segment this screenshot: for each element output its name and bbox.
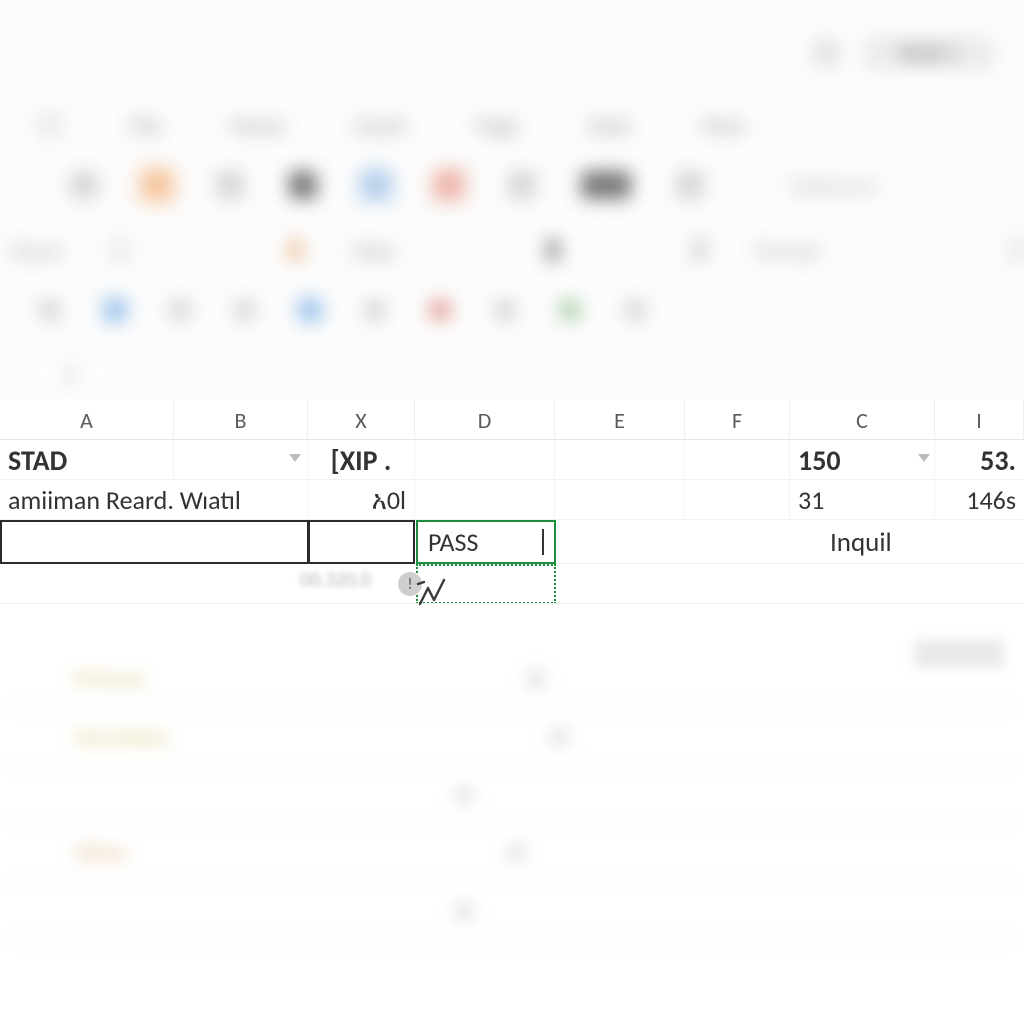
small-icon-1[interactable] <box>40 300 60 320</box>
cell-D1[interactable] <box>415 440 555 480</box>
filter-caret-icon-c[interactable] <box>918 454 930 462</box>
col-header-E[interactable]: E <box>555 400 685 440</box>
cell-D2[interactable] <box>415 480 555 520</box>
ghost-dot-3 <box>455 786 473 804</box>
ribbon-group-labels: Name Align Format <box>0 225 1024 275</box>
cell-X1[interactable]: [XIP . <box>308 440 415 480</box>
cell-I2[interactable]: 146s <box>935 480 1024 520</box>
col-header-D[interactable]: D <box>415 400 555 440</box>
tab-home[interactable]: Home <box>231 112 285 139</box>
cell-F1[interactable] <box>685 440 790 480</box>
column-headers: A B X D E F C I <box>0 400 1024 440</box>
bordered-cell-X3[interactable] <box>308 520 415 564</box>
col-header-C[interactable]: C <box>790 400 935 440</box>
small-icon-5[interactable] <box>300 300 320 320</box>
grid-row-4: 00.320.0 ! <box>0 564 1024 604</box>
error-indicator-icon[interactable]: ! <box>398 572 422 596</box>
wrap-icon[interactable] <box>676 171 704 199</box>
highlight-icon[interactable] <box>143 171 171 199</box>
group-launcher-2[interactable] <box>1010 239 1024 261</box>
small-icon-2[interactable] <box>105 300 125 320</box>
group-launcher-1[interactable] <box>113 239 127 261</box>
ghost-dot-5 <box>455 902 473 920</box>
small-icon-7[interactable] <box>430 300 450 320</box>
ghost-dot-2 <box>550 728 568 746</box>
ribbon-group-1-label: Clipboard <box>789 172 875 199</box>
cell-E2[interactable] <box>555 480 685 520</box>
cell-F2[interactable] <box>685 480 790 520</box>
bold-icon[interactable] <box>289 171 317 199</box>
col-header-A[interactable]: A <box>0 400 174 440</box>
col-header-B[interactable]: B <box>174 400 308 440</box>
small-icon-10[interactable] <box>625 300 645 320</box>
ribbon-group-1: Clipboard <box>0 160 1024 210</box>
cut-icon[interactable] <box>216 171 244 199</box>
cell-A2[interactable]: amiiman Reard. Wıatıl <box>0 480 308 520</box>
cell-CI3[interactable]: Inquil <box>830 520 1000 564</box>
text-cursor <box>542 529 544 555</box>
small-icon-3[interactable] <box>170 300 190 320</box>
group-name-label: Name <box>10 237 63 264</box>
merge-icon[interactable] <box>581 171 631 199</box>
small-icon-4[interactable] <box>235 300 255 320</box>
mini-icon-c[interactable] <box>693 239 705 261</box>
fill-color-icon[interactable] <box>435 171 463 199</box>
grid-row-1: STAD [XIP . 150 53. <box>0 440 1024 480</box>
app-menu-icon[interactable] <box>40 115 60 135</box>
border-icon[interactable] <box>508 171 536 199</box>
tab-page[interactable]: Page <box>477 112 520 139</box>
ghost-label-1: Primary <box>75 665 147 692</box>
cell-A1[interactable]: STAD <box>0 440 174 480</box>
ghost-dot-4 <box>508 844 526 862</box>
name-box[interactable]: B <box>20 360 120 390</box>
tab-file[interactable]: File <box>130 112 161 139</box>
group-align-label: Align <box>352 237 397 264</box>
spreadsheet-grid[interactable]: A B X D E F C I STAD [XIP . 150 53. amii… <box>0 400 1024 1024</box>
bordered-cell-A3B3[interactable] <box>0 520 308 564</box>
scroll-hint <box>914 640 1004 668</box>
paste-icon[interactable] <box>70 171 98 199</box>
cell-I1[interactable]: 53. <box>935 440 1024 480</box>
small-icon-6[interactable] <box>365 300 385 320</box>
ghost-label-4: Other <box>75 839 128 866</box>
cell-C1[interactable]: 150 <box>790 440 935 480</box>
align-center-icon[interactable] <box>362 171 390 199</box>
title-bar: Book 1 <box>0 30 1024 80</box>
cell-E1[interactable] <box>555 440 685 480</box>
group-format-label: Format <box>756 237 820 264</box>
ribbon-tabs: File Home Insert Page Data View <box>0 100 1024 150</box>
cell-B1[interactable] <box>174 440 308 480</box>
col-header-I[interactable]: I <box>935 400 1024 440</box>
tab-data[interactable]: Data <box>589 112 631 139</box>
ghost-label-2: Secondary <box>75 723 170 750</box>
mini-icon-b[interactable] <box>547 239 559 261</box>
cell-X4-blur: 00.320.0 <box>300 568 371 592</box>
col-header-X[interactable]: X <box>308 400 415 440</box>
grid-row-3: PASS Inquil <box>0 520 1024 564</box>
active-edit-cell[interactable]: PASS <box>416 520 556 564</box>
notification-icon[interactable] <box>813 40 839 66</box>
tab-view[interactable]: View <box>701 112 745 139</box>
filter-caret-icon[interactable] <box>289 454 301 462</box>
ribbon-chrome: Book 1 File Home Insert Page Data View C… <box>0 0 1024 400</box>
col-header-F[interactable]: F <box>685 400 790 440</box>
small-icon-9[interactable] <box>560 300 580 320</box>
tab-insert[interactable]: Insert <box>355 112 407 139</box>
ghost-rows: Primary Secondary Other <box>0 650 1024 1024</box>
small-icon-8[interactable] <box>495 300 515 320</box>
ghost-dot-1 <box>527 670 545 688</box>
cell-C2[interactable]: 31 <box>790 480 935 520</box>
active-cell-value: PASS <box>428 526 478 558</box>
mini-icon-a[interactable] <box>289 239 301 261</box>
grid-row-2: amiiman Reard. Wıatıl አ0l 31 146s <box>0 480 1024 520</box>
ribbon-group-2 <box>0 290 1024 330</box>
workbook-title-button[interactable]: Book 1 <box>864 36 994 70</box>
cell-X2[interactable]: አ0l <box>308 480 415 520</box>
